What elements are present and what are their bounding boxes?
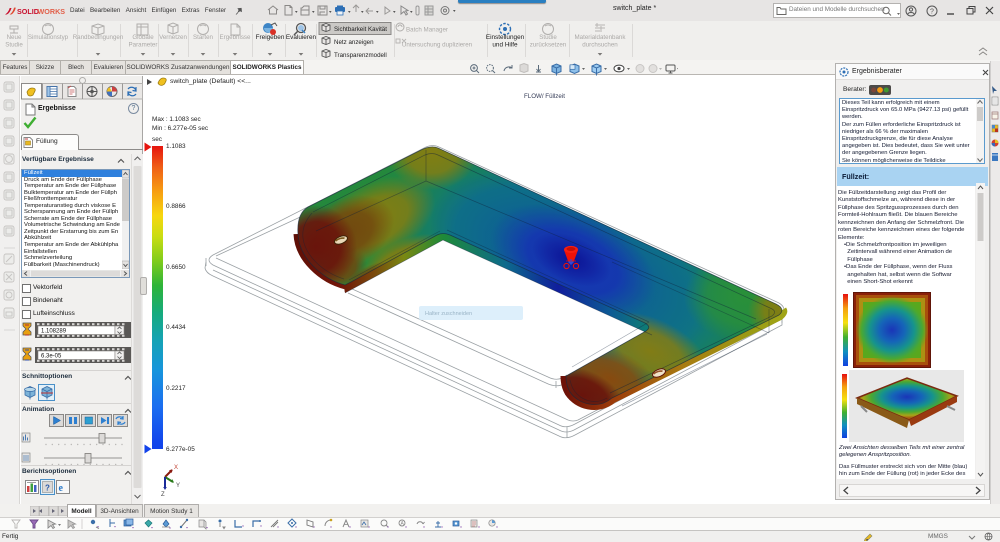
svg-text:Parameter: Parameter: [129, 42, 158, 49]
svg-text:Transparenzmodell: Transparenzmodell: [334, 52, 387, 59]
svg-text:Z: Z: [161, 492, 165, 498]
svg-text:WORKS: WORKS: [38, 7, 66, 16]
svg-text:Einstellungen: Einstellungen: [486, 34, 525, 41]
svg-text:Untersuchung duplizieren: Untersuchung duplizieren: [402, 42, 473, 49]
svg-text:Sichtbarkeit Kavität: Sichtbarkeit Kavität: [334, 26, 387, 33]
svg-text:Batch Manager: Batch Manager: [406, 27, 448, 34]
svg-text:Globale: Globale: [132, 34, 154, 41]
svg-text:Y: Y: [176, 483, 180, 489]
svg-text:Evaluieren: Evaluieren: [286, 34, 317, 41]
svg-text:Randbedingungen: Randbedingungen: [73, 34, 124, 41]
svg-text:?: ?: [930, 9, 934, 16]
svg-text:SOLID: SOLID: [17, 7, 39, 16]
svg-text:A: A: [401, 521, 405, 527]
svg-text:zurücksetzen: zurücksetzen: [530, 42, 567, 49]
svg-text:Simulationstyp: Simulationstyp: [28, 34, 69, 41]
svg-text:durchsuchen: durchsuchen: [582, 42, 618, 49]
svg-text:1.108289: 1.108289: [41, 329, 67, 335]
svg-text:Studie: Studie: [5, 42, 23, 49]
svg-text:Halter zuschneiden: Halter zuschneiden: [425, 311, 472, 317]
svg-text:?: ?: [45, 484, 50, 493]
svg-text:Starten: Starten: [193, 34, 214, 41]
svg-text:Ergebnisse: Ergebnisse: [220, 34, 252, 41]
svg-text:X: X: [174, 465, 178, 471]
svg-text:Freigeben: Freigeben: [256, 34, 285, 41]
svg-text:Materialdatenbank: Materialdatenbank: [575, 34, 627, 41]
svg-text:6.3e-05: 6.3e-05: [41, 354, 62, 360]
svg-text:Studie: Studie: [539, 34, 557, 41]
svg-text:und Hilfe: und Hilfe: [492, 42, 518, 49]
svg-text:e: e: [59, 483, 64, 494]
svg-text:Neue: Neue: [7, 34, 22, 41]
svg-text:Netz anzeigen: Netz anzeigen: [334, 39, 374, 46]
svg-text:Vernetzen: Vernetzen: [159, 34, 187, 41]
